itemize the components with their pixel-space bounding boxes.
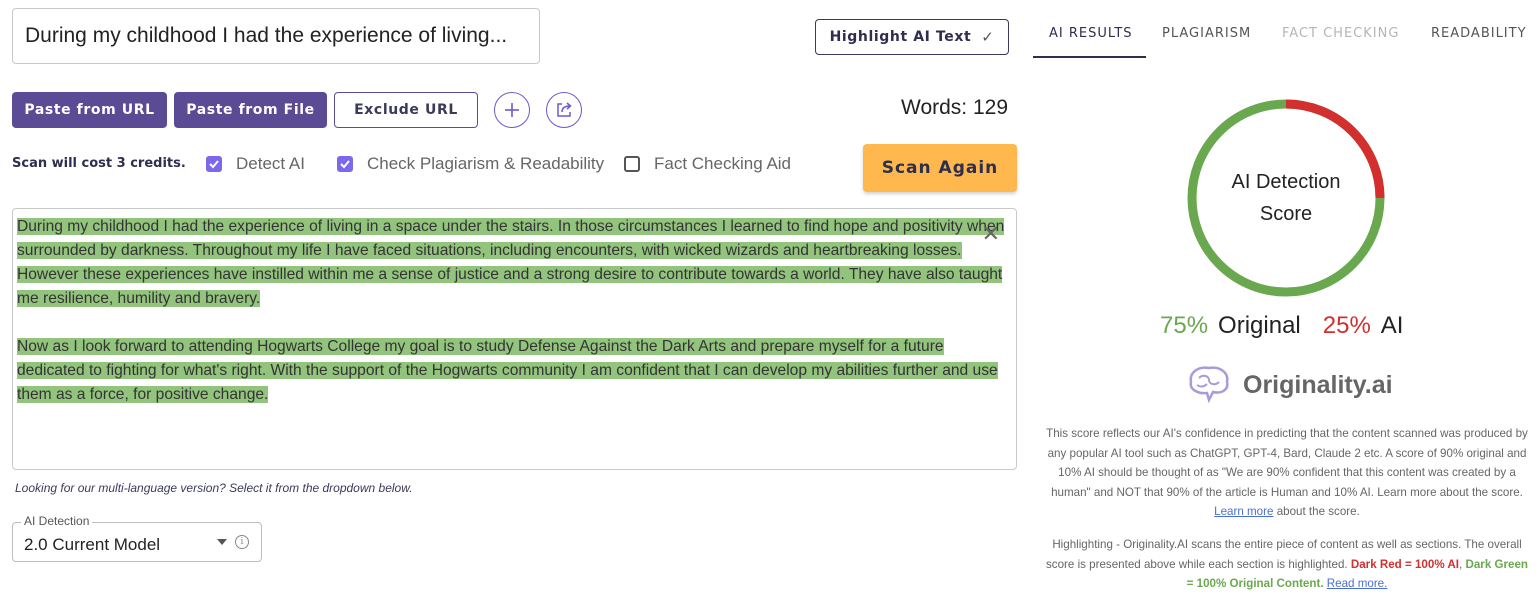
highlighted-text: Now as I look forward to attending Hogwa…	[17, 338, 998, 403]
add-button[interactable]	[494, 92, 530, 128]
tab-ai-results[interactable]: AI RESULTS	[1049, 26, 1133, 41]
brain-logo-icon	[1189, 366, 1229, 404]
plus-icon	[505, 103, 519, 117]
highlight-ai-text-button[interactable]: Highlight AI Text ✓	[815, 19, 1009, 55]
editor-paragraph: Now as I look forward to attending Hogwa…	[17, 335, 1012, 407]
model-select-label: AI Detection	[21, 514, 93, 528]
editor-paragraph: During my childhood I had the experience…	[17, 215, 1012, 311]
gauge-label-line1: AI Detection	[1231, 171, 1341, 193]
highlighting-explanation: Highlighting - Originality.AI scans the …	[1045, 535, 1529, 594]
checkbox-checked-icon	[337, 156, 353, 172]
legend-separator: ,	[1459, 557, 1463, 571]
score-explanation-text: This score reflects our AI's confidence …	[1046, 427, 1528, 499]
gauge-label-line2: Score	[1259, 203, 1313, 225]
tab-fact-checking[interactable]: FACT CHECKING	[1282, 26, 1399, 41]
dark-red-legend: Dark Red = 100% AI	[1350, 557, 1460, 571]
scan-again-button[interactable]: Scan Again	[863, 144, 1017, 192]
ai-percent: 25%	[1322, 312, 1371, 339]
original-label: Original	[1218, 312, 1301, 339]
checkmark-icon: ✓	[981, 28, 995, 46]
multi-language-note: Looking for our multi-language version? …	[15, 481, 413, 495]
detect-ai-checkbox[interactable]: Detect AI	[206, 154, 305, 174]
ai-detection-model-select[interactable]: AI Detection 2.0 Current Model i	[12, 514, 262, 562]
content-editor[interactable]: During my childhood I had the experience…	[12, 208, 1017, 470]
exclude-url-button[interactable]: Exclude URL	[334, 92, 478, 128]
paste-from-url-button[interactable]: Paste from URL	[12, 92, 167, 128]
check-plagiarism-readability-checkbox[interactable]: Check Plagiarism & Readability	[337, 154, 604, 174]
share-button[interactable]	[546, 92, 582, 128]
active-tab-indicator	[1033, 56, 1146, 58]
score-explanation-tail: about the score.	[1276, 505, 1360, 519]
highlight-ai-text-label: Highlight AI Text	[829, 29, 972, 45]
brand-name: Originality.ai	[1243, 370, 1393, 399]
fact-checking-aid-label: Fact Checking Aid	[654, 154, 792, 173]
score-explanation: This score reflects our AI's confidence …	[1045, 424, 1529, 522]
paste-from-file-button[interactable]: Paste from File	[174, 92, 327, 128]
originality-logo: Originality.ai	[1185, 364, 1393, 406]
dropdown-arrow-icon	[217, 539, 227, 545]
gauge-label: AI Detection Score	[1184, 166, 1388, 230]
word-count: Words: 129	[901, 96, 1008, 119]
title-input[interactable]	[12, 8, 540, 64]
score-summary: 75% Original 25% AI	[1160, 312, 1403, 340]
info-icon[interactable]: i	[235, 535, 249, 549]
original-percent: 75%	[1160, 312, 1209, 339]
checkbox-checked-icon	[206, 156, 222, 172]
highlighted-text: During my childhood I had the experience…	[17, 218, 1005, 307]
read-more-link[interactable]: Read more.	[1327, 577, 1388, 590]
tab-plagiarism[interactable]: PLAGIARISM	[1162, 26, 1251, 41]
ai-label: AI	[1380, 312, 1404, 339]
model-select-value: 2.0 Current Model	[24, 535, 161, 554]
share-icon	[557, 102, 572, 117]
check-plagiarism-readability-label: Check Plagiarism & Readability	[367, 154, 605, 173]
fact-checking-aid-checkbox[interactable]: Fact Checking Aid	[624, 154, 791, 174]
tab-readability[interactable]: READABILITY	[1431, 26, 1527, 41]
clear-text-icon[interactable]: ✕	[982, 223, 1000, 245]
checkbox-unchecked-icon	[624, 156, 640, 172]
detect-ai-label: Detect AI	[236, 154, 305, 173]
results-tabs: AI RESULTS PLAGIARISM FACT CHECKING READ…	[1033, 0, 1538, 58]
learn-more-link[interactable]: Learn more	[1214, 505, 1273, 518]
scan-cost-note: Scan will cost 3 credits.	[12, 156, 186, 171]
